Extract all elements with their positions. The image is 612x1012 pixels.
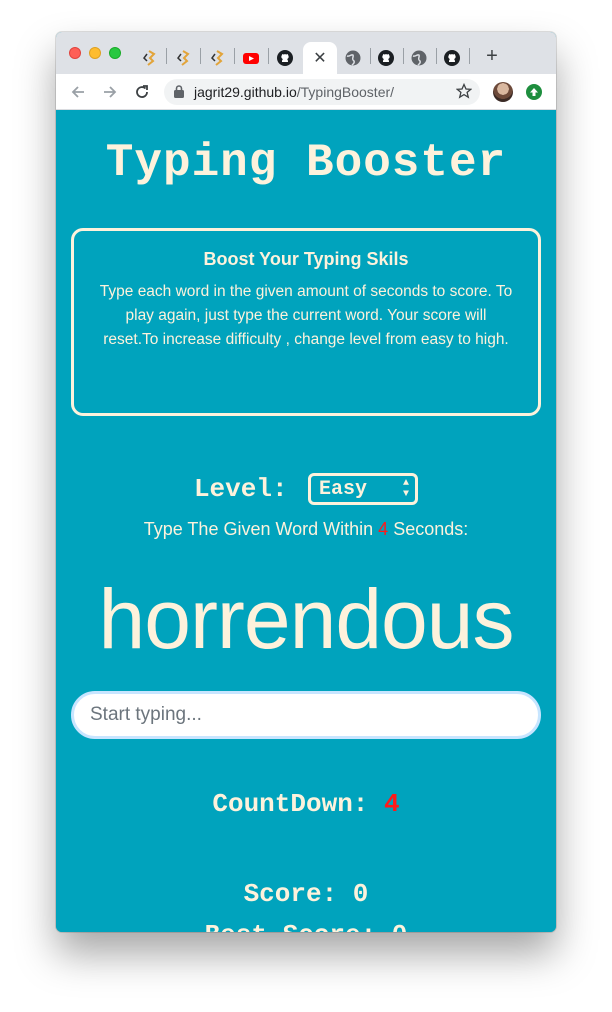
- tab-separator: [234, 48, 235, 64]
- info-box: Boost Your Typing Skils Type each word i…: [71, 228, 541, 416]
- globe-icon: [345, 50, 361, 66]
- profile-avatar[interactable]: [493, 82, 513, 102]
- instruction-before: Type The Given Word Within: [143, 519, 379, 539]
- info-text: Type each word in the given amount of se…: [99, 283, 513, 348]
- tab-active[interactable]: ✕: [303, 42, 337, 74]
- url-path: /TypingBooster/: [296, 84, 395, 100]
- reload-button[interactable]: [132, 82, 152, 102]
- level-label: Level:: [193, 474, 288, 504]
- current-word: horrendous: [98, 572, 515, 666]
- tab-5[interactable]: [270, 42, 300, 74]
- countdown-value: 4: [384, 789, 400, 819]
- close-icon[interactable]: ✕: [313, 48, 326, 68]
- tab-9[interactable]: [404, 42, 434, 74]
- new-tab-button[interactable]: +: [482, 46, 502, 66]
- html5-icon: [143, 50, 156, 66]
- globe-icon: [411, 50, 427, 66]
- tab-strip: ✕ +: [56, 32, 556, 74]
- forward-button[interactable]: [100, 82, 120, 102]
- level-selected-value: Easy: [319, 478, 368, 501]
- extension-icon[interactable]: [526, 84, 542, 100]
- html5-icon: [211, 50, 224, 66]
- tab-8[interactable]: [371, 42, 401, 74]
- html5-icon: [177, 50, 190, 66]
- countdown: CountDown: 4: [56, 789, 556, 819]
- tab-4[interactable]: [236, 42, 266, 74]
- tab-separator: [268, 48, 269, 64]
- minimize-window-button[interactable]: [89, 47, 101, 59]
- browser-toolbar: jagrit29.github.io/TypingBooster/: [56, 74, 556, 110]
- lock-icon: [174, 85, 184, 98]
- tab-separator: [166, 48, 167, 64]
- tab-3[interactable]: [202, 42, 232, 74]
- back-button[interactable]: [68, 82, 88, 102]
- info-heading: Boost Your Typing Skils: [203, 249, 409, 269]
- url-host: jagrit29.github.io: [194, 84, 297, 100]
- zoom-window-button[interactable]: [109, 47, 121, 59]
- address-bar[interactable]: jagrit29.github.io/TypingBooster/: [164, 79, 480, 105]
- instruction-after: Seconds:: [388, 519, 469, 539]
- page-content: Typing Booster Boost Your Typing Skils T…: [56, 111, 556, 932]
- best-score-text: Best Score: 0: [56, 920, 556, 932]
- github-icon: [277, 50, 293, 66]
- tab-10[interactable]: [437, 42, 467, 74]
- tab-separator: [200, 48, 201, 64]
- forward-arrow-icon: [104, 86, 117, 98]
- level-select[interactable]: Easy ▲ ▼: [308, 473, 419, 505]
- tab-7[interactable]: [338, 42, 368, 74]
- select-arrows-icon: ▲ ▼: [403, 478, 410, 500]
- instruction-text: Type The Given Word Within 4 Seconds:: [56, 519, 556, 540]
- upload-arrow-icon: [530, 88, 538, 96]
- tab-1[interactable]: [134, 42, 164, 74]
- score-text: Score: 0: [243, 879, 369, 909]
- tab-separator: [469, 48, 470, 64]
- bookmark-star-icon[interactable]: [456, 83, 472, 99]
- back-arrow-icon: [71, 86, 84, 98]
- typing-input[interactable]: [71, 691, 541, 739]
- browser-window: ✕ + jagrit29.github.io/TypingBooster/ Ty…: [56, 32, 556, 932]
- close-window-button[interactable]: [69, 47, 81, 59]
- seconds-value: 4: [378, 519, 389, 539]
- reload-icon: [136, 85, 148, 98]
- youtube-icon: [243, 53, 259, 64]
- level-row: Level: Easy ▲ ▼: [56, 473, 556, 505]
- github-icon: [378, 50, 394, 66]
- countdown-label: CountDown:: [212, 789, 385, 819]
- tab-2[interactable]: [168, 42, 198, 74]
- page-title: Typing Booster: [105, 137, 507, 189]
- github-icon: [444, 50, 460, 66]
- url-text: jagrit29.github.io/TypingBooster/: [194, 84, 394, 100]
